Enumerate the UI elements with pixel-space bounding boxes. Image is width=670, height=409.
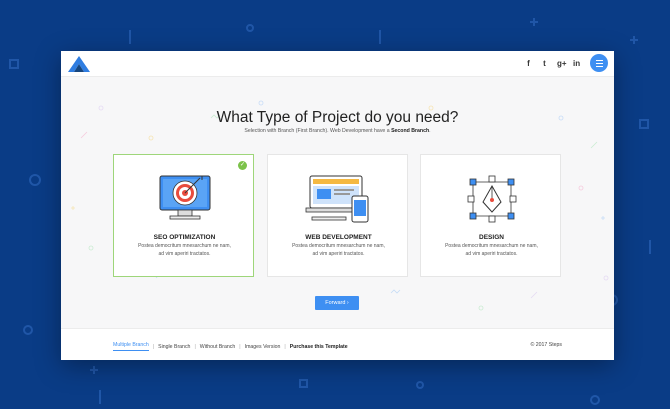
app-window: f t g+ in What Type of Project do you ne… <box>61 51 614 360</box>
facebook-icon[interactable]: f <box>525 59 532 69</box>
devices-icon <box>305 175 369 223</box>
footer-nav: Multiple Branch | Single Branch | Withou… <box>113 342 348 351</box>
forward-button[interactable]: Forward › <box>315 296 359 310</box>
card-title: DESIGN <box>479 234 504 241</box>
option-card-seo[interactable]: ✓ SEO OPTIMIZATION Postea democritum mne… <box>113 154 254 277</box>
footer: Multiple Branch | Single Branch | Withou… <box>61 328 614 360</box>
page-subtitle: Selection with Branch (First Branch). We… <box>244 128 431 134</box>
chevron-right-icon: › <box>346 300 349 306</box>
page-title: What Type of Project do you need? <box>216 109 459 126</box>
triangle-logo-icon[interactable] <box>68 56 90 72</box>
footer-link-without-branch[interactable]: Without Branch <box>200 344 235 350</box>
copyright: © 2017 Steps <box>530 342 562 348</box>
twitter-icon[interactable]: t <box>541 59 548 69</box>
card-description: Postea democritum mnesarchum ne nam, ad v… <box>138 243 231 257</box>
option-card-web-development[interactable]: WEB DEVELOPMENT Postea democritum mnesar… <box>267 154 408 277</box>
linkedin-icon[interactable]: in <box>573 59 580 69</box>
footer-link-single-branch[interactable]: Single Branch <box>158 344 190 350</box>
google-plus-icon[interactable]: g+ <box>557 59 567 69</box>
option-card-design[interactable]: DESIGN Postea democritum mnesarchum ne n… <box>420 154 561 277</box>
target-monitor-icon <box>159 175 211 220</box>
card-description: Postea democritum mnesarchum ne nam, ad v… <box>445 243 538 257</box>
card-description: Postea democritum mnesarchum ne nam, ad v… <box>292 243 385 257</box>
card-title: WEB DEVELOPMENT <box>305 234 372 241</box>
card-title: SEO OPTIMIZATION <box>153 234 216 241</box>
hamburger-menu-icon[interactable] <box>590 54 608 72</box>
footer-link-images-version[interactable]: Images Version <box>245 344 281 350</box>
pen-tool-icon <box>467 175 517 223</box>
social-links: f t g+ in <box>525 59 580 69</box>
footer-link-multiple-branch[interactable]: Multiple Branch <box>113 342 149 351</box>
footer-link-purchase[interactable]: Purchase this Template <box>290 344 348 350</box>
checkmark-icon: ✓ <box>238 161 247 170</box>
top-bar: f t g+ in <box>61 51 614 77</box>
